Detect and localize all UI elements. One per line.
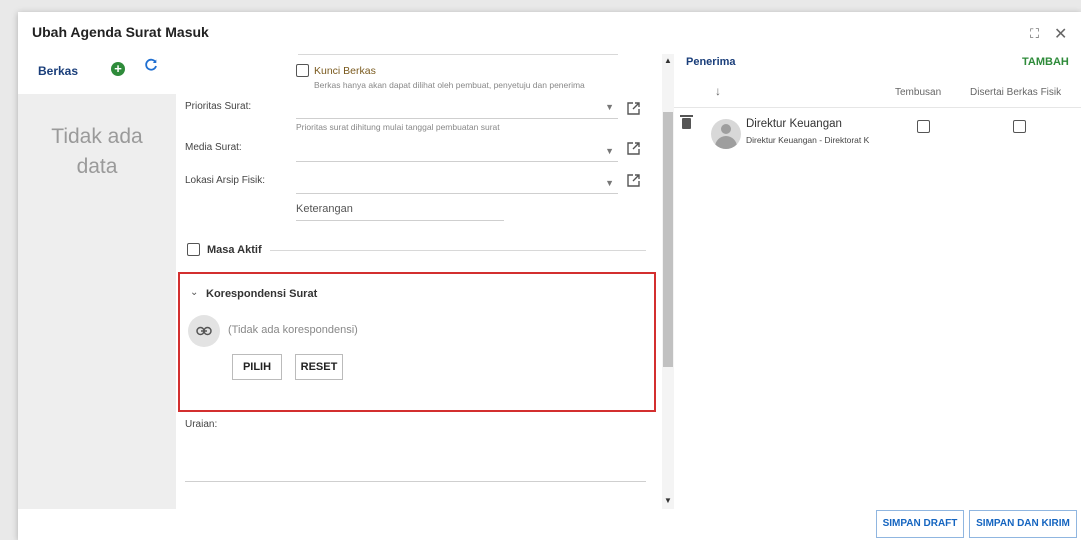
keterangan-input[interactable]: Keterangan — [296, 199, 504, 221]
media-label: Media Surat: — [185, 142, 242, 153]
dialog-title: Ubah Agenda Surat Masuk — [32, 24, 209, 40]
external-link-icon[interactable] — [627, 102, 640, 118]
close-icon[interactable]: ✕ — [1054, 24, 1067, 44]
keterangan-placeholder: Keterangan — [296, 203, 353, 215]
external-link-icon[interactable] — [627, 142, 640, 158]
avatar — [711, 119, 741, 149]
scroll-up-icon[interactable]: ▲ — [663, 56, 673, 65]
prioritas-select[interactable]: ▼ — [296, 98, 618, 119]
lokasi-label: Lokasi Arsip Fisik: — [185, 175, 266, 186]
col-tembusan: Tembusan — [895, 87, 942, 98]
sort-arrow-icon[interactable]: ↓ — [715, 84, 721, 98]
chevron-down-icon: ▼ — [605, 146, 614, 156]
maximize-icon[interactable]: ⛶ — [1030, 26, 1039, 42]
penerima-title: Penerima — [686, 56, 736, 68]
korespondensi-section: ⌄ Korespondensi Surat (Tidak ada korespo… — [178, 272, 656, 412]
penerima-name: Direktur Keuangan — [746, 118, 842, 130]
simpan-dan-kirim-button[interactable]: SIMPAN DAN KIRIM — [969, 510, 1077, 538]
refresh-icon[interactable] — [144, 58, 158, 77]
berkas-empty-message: Tidak ada data — [18, 122, 176, 182]
korespondensi-empty-message: (Tidak ada korespondensi) — [228, 324, 358, 336]
pilih-button[interactable]: PILIH — [232, 354, 282, 380]
avatar-head — [721, 124, 731, 134]
chevron-down-icon: ▼ — [605, 102, 614, 112]
link-icon-svg — [196, 326, 212, 336]
korespondensi-title[interactable]: Korespondensi Surat — [206, 288, 317, 300]
divider — [298, 54, 618, 55]
kunci-berkas-hint: Berkas hanya akan dapat dilihat oleh pem… — [314, 80, 585, 90]
lokasi-select[interactable]: ▼ — [296, 172, 618, 194]
berkas-title: Berkas — [38, 64, 79, 78]
empty-line-2: data — [76, 155, 118, 178]
prioritas-label: Prioritas Surat: — [185, 101, 252, 112]
avatar-body — [715, 136, 737, 149]
external-link-icon-svg — [627, 142, 640, 155]
media-select[interactable]: ▼ — [296, 140, 618, 162]
external-link-icon[interactable] — [627, 174, 640, 190]
uraian-input[interactable] — [185, 432, 646, 482]
chevron-down-icon: ▼ — [605, 178, 614, 188]
masa-aktif-label: Masa Aktif — [207, 244, 262, 256]
empty-line-1: Tidak ada — [51, 125, 143, 148]
external-link-icon-svg — [627, 174, 640, 187]
scroll-down-icon[interactable]: ▼ — [663, 496, 673, 505]
berkas-header: Berkas + — [18, 54, 176, 94]
scroll-thumb[interactable] — [663, 112, 673, 367]
divider — [270, 250, 646, 251]
tambah-button[interactable]: TAMBAH — [1022, 56, 1069, 68]
edit-incoming-letter-dialog: Ubah Agenda Surat Masuk ⛶ ✕ Berkas + Tid… — [18, 12, 1081, 540]
masa-aktif-checkbox[interactable] — [187, 243, 200, 256]
uraian-label: Uraian: — [185, 419, 218, 430]
divider — [674, 107, 1081, 108]
external-link-icon-svg — [627, 102, 640, 115]
simpan-draft-button[interactable]: SIMPAN DRAFT — [876, 510, 964, 538]
form-scrollbar[interactable]: ▲ ▼ — [662, 54, 674, 509]
col-disertai-berkas-fisik: Disertai Berkas Fisik — [970, 87, 1062, 98]
kunci-berkas-label: Kunci Berkas — [314, 65, 376, 77]
trash-icon[interactable] — [680, 115, 693, 129]
berkas-list: Tidak ada data — [18, 94, 176, 509]
chevron-down-icon[interactable]: ⌄ — [190, 287, 198, 298]
disertai-berkas-checkbox[interactable] — [1013, 120, 1026, 133]
reset-button[interactable]: RESET — [295, 354, 343, 380]
refresh-icon-svg — [145, 58, 157, 71]
prioritas-hint: Prioritas surat dihitung mulai tanggal p… — [296, 122, 500, 132]
tembusan-checkbox[interactable] — [917, 120, 930, 133]
penerima-subtitle: Direktur Keuangan - Direktorat K — [746, 135, 870, 145]
add-berkas-icon[interactable]: + — [111, 62, 125, 76]
kunci-berkas-checkbox[interactable] — [296, 64, 309, 77]
link-icon — [188, 315, 220, 347]
